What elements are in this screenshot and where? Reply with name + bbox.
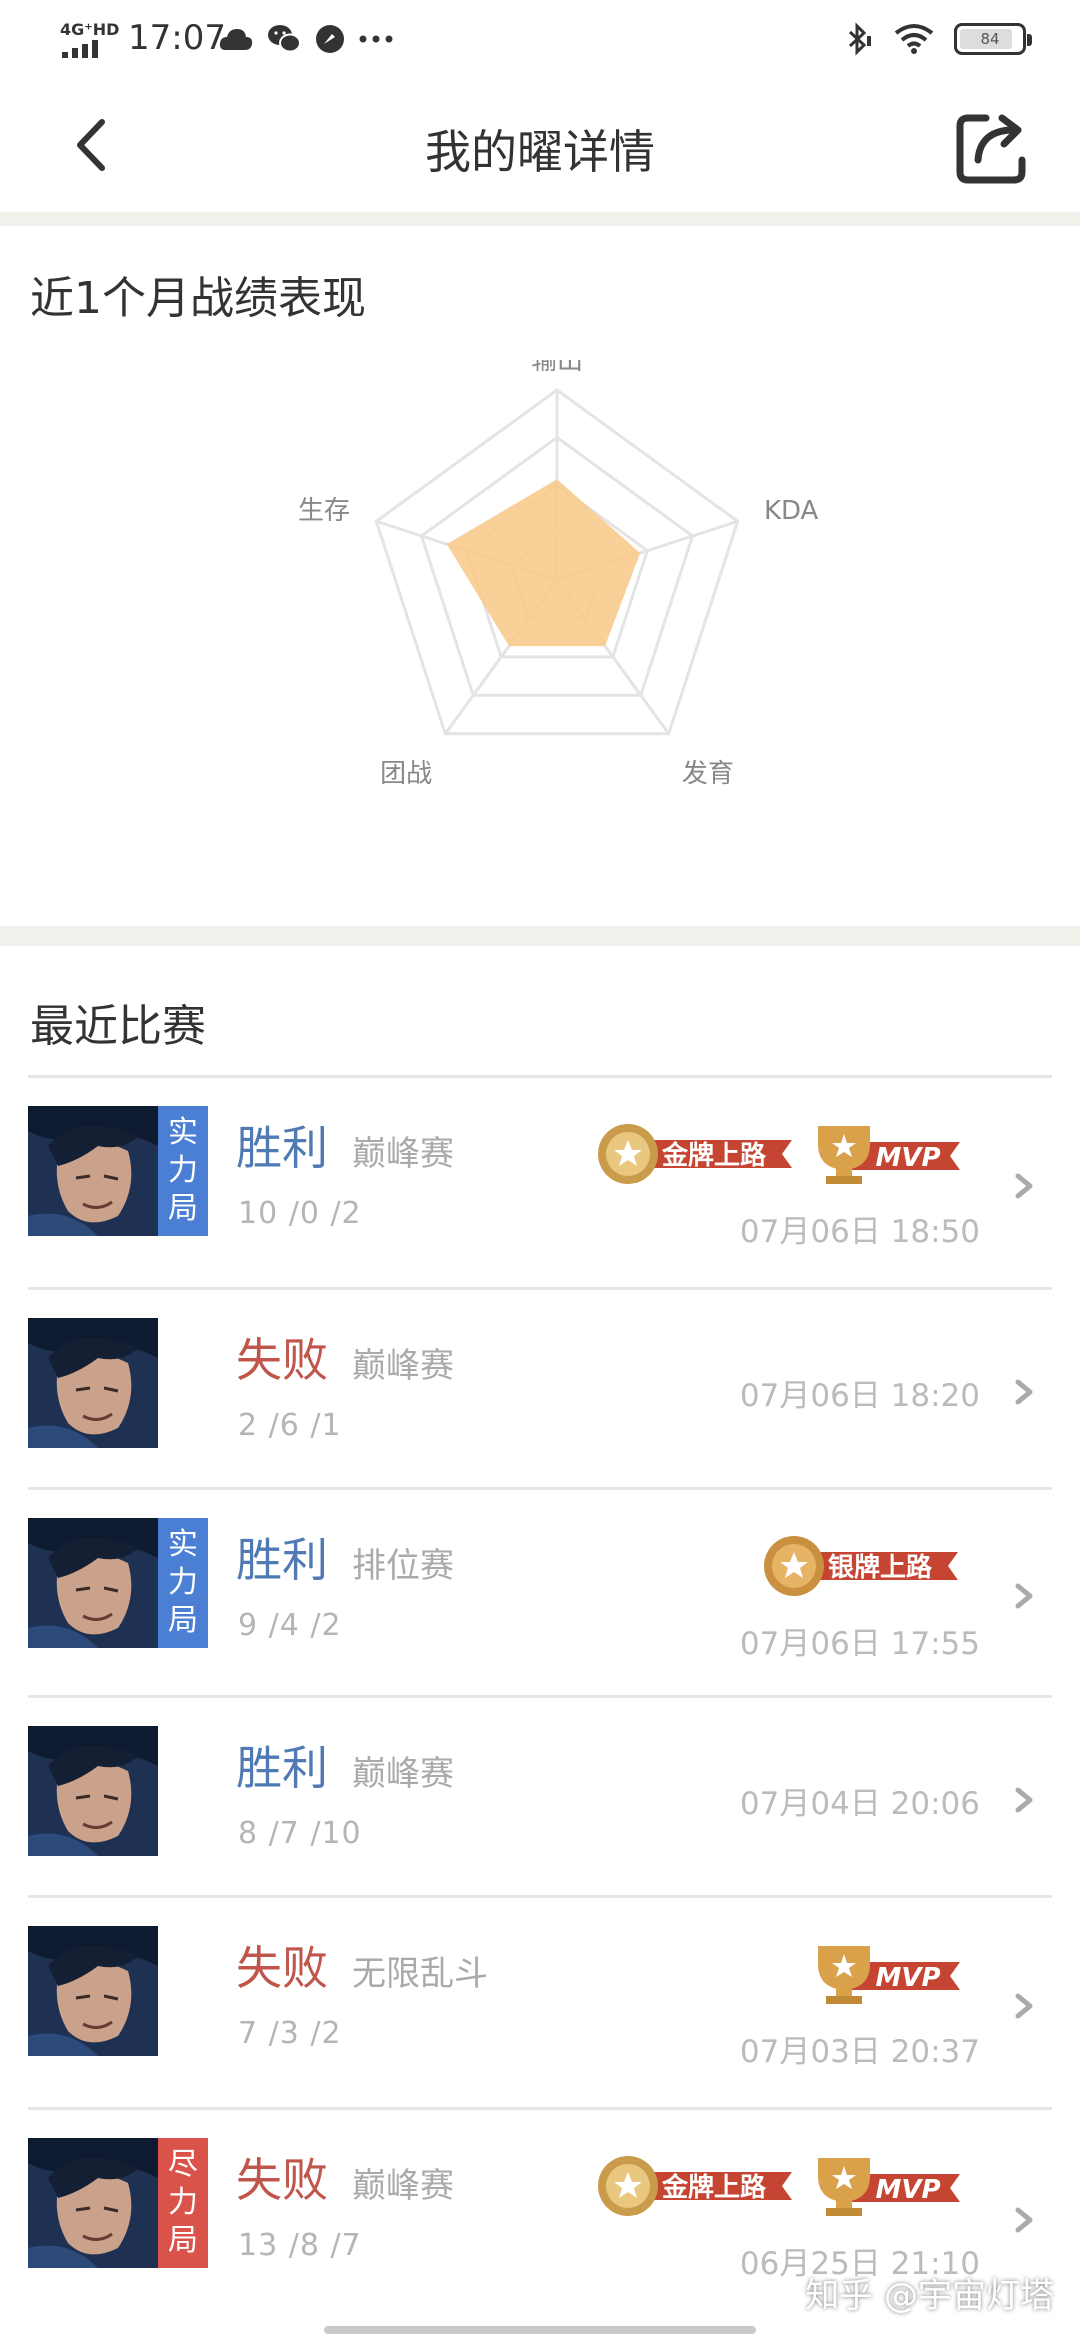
match-mode: 巅峰赛	[352, 1754, 454, 1794]
badge-char: 局	[168, 1603, 198, 1638]
match-row[interactable]: 失败 无限乱斗 7 /3 /2 07月03日 20:37 MVP	[28, 1895, 1052, 2107]
match-result: 胜利	[236, 1741, 328, 1795]
match-date: 07月03日 20:37	[739, 2034, 980, 2070]
svg-text:金牌上路: 金牌上路	[661, 1140, 767, 1171]
medal-badge: 金牌上路	[596, 2154, 796, 2218]
medal-mvp: MVP	[812, 2154, 962, 2218]
svg-text:MVP: MVP	[875, 1143, 940, 1173]
match-result: 胜利	[236, 1533, 328, 1587]
match-kda: 13 /8 /7	[238, 2228, 362, 2263]
svg-text:银牌上路: 银牌上路	[828, 1552, 933, 1583]
match-kda: 10 /0 /2	[238, 1196, 362, 1231]
match-kda: 9 /4 /2	[238, 1608, 342, 1643]
system-icons: 84	[842, 22, 1032, 56]
radar-value-area	[446, 479, 641, 647]
hero-avatar	[28, 1726, 158, 1856]
badge-char: 局	[168, 2223, 198, 2258]
chevron-right-icon	[1015, 1787, 1033, 1813]
badge-char: 力	[168, 1565, 198, 1600]
match-row[interactable]: 失败 巅峰赛 2 /6 /1 07月06日 18:20	[28, 1287, 1052, 1487]
app-icon	[316, 25, 344, 53]
hero-avatar	[28, 2138, 158, 2268]
hero-avatar	[28, 1106, 158, 1236]
more-dots-icon	[359, 35, 393, 43]
match-list: 实力局胜利 巅峰赛 10 /0 /2 07月06日 18:50 MVP 金牌上路 失败 巅峰赛…	[28, 1075, 1052, 2322]
chevron-right-icon	[1015, 1993, 1033, 2019]
match-date: 07月06日 18:50	[739, 1214, 980, 1250]
notification-icons	[218, 22, 394, 56]
match-row[interactable]: 实力局胜利 巅峰赛 10 /0 /2 07月06日 18:50 MVP 金牌上路	[28, 1075, 1052, 1287]
match-date: 07月06日 18:20	[739, 1378, 980, 1414]
hero-avatar	[28, 1318, 158, 1448]
medal-mvp: MVP	[812, 1942, 962, 2006]
chevron-right-icon	[1015, 2207, 1033, 2233]
battery-icon: 84	[954, 23, 1032, 55]
radar-axis-label: 输出	[531, 360, 583, 376]
match-result: 失败	[236, 1941, 328, 1995]
match-mode: 无限乱斗	[352, 1954, 488, 1994]
status-time: 17:07	[128, 18, 226, 58]
medal-mvp: MVP	[812, 1122, 962, 1186]
radar-chart: 输出 KDA 发育 团战 生存	[298, 360, 819, 789]
match-row[interactable]: 实力局胜利 排位赛 9 /4 /2 07月06日 17:55 银牌上路	[28, 1487, 1052, 1695]
network-indicator: 4G⁺HD	[60, 20, 120, 39]
share-button[interactable]	[952, 108, 1032, 188]
recent-title: 最近比赛	[30, 1001, 206, 1052]
badge-char: 力	[168, 1153, 198, 1188]
battery-level: 84	[980, 30, 1000, 48]
divider	[0, 926, 1080, 946]
signal-icon	[62, 40, 98, 58]
match-row[interactable]: 胜利 巅峰赛 8 /7 /10 07月04日 20:06	[28, 1695, 1052, 1895]
badge-char: 局	[168, 1191, 198, 1226]
badge-char: 力	[168, 2185, 198, 2220]
match-result: 失败	[236, 1333, 328, 1387]
svg-text:MVP: MVP	[875, 2175, 940, 2205]
status-bar: 4G⁺HD 17:07 84	[0, 0, 1080, 80]
title-bar: 我的曜详情	[0, 80, 1080, 210]
badge-char: 尽	[168, 2147, 198, 2182]
wifi-icon	[894, 24, 934, 54]
badge-char: 实	[168, 1527, 198, 1562]
match-result: 胜利	[236, 1121, 328, 1175]
radar-axis-label: 生存	[298, 496, 350, 526]
match-result: 失败	[236, 2153, 328, 2207]
page-title: 我的曜详情	[425, 125, 655, 179]
radar-axis-label: 发育	[682, 759, 734, 789]
svg-text:MVP: MVP	[875, 1963, 940, 1993]
medal-badge: 银牌上路	[762, 1534, 962, 1598]
cloud-icon	[219, 29, 253, 50]
chevron-right-icon	[1015, 1583, 1033, 1609]
home-indicator[interactable]	[324, 2326, 756, 2334]
chevron-right-icon	[1015, 1379, 1033, 1405]
match-mode: 排位赛	[352, 1546, 454, 1586]
bluetooth-icon	[848, 22, 871, 56]
match-mode: 巅峰赛	[352, 1346, 454, 1386]
svg-text:金牌上路: 金牌上路	[661, 2172, 767, 2203]
divider	[0, 212, 1080, 226]
hero-avatar	[28, 1518, 158, 1648]
match-mode: 巅峰赛	[352, 1134, 454, 1174]
performance-title: 近1个月战绩表现	[30, 273, 366, 324]
match-date: 07月06日 17:55	[739, 1626, 980, 1662]
hero-avatar	[28, 1926, 158, 2056]
radar-axis-label: 团战	[380, 759, 432, 789]
match-date: 07月04日 20:06	[739, 1786, 980, 1822]
match-kda: 2 /6 /1	[238, 1408, 342, 1443]
watermark: 知乎 @宇宙灯塔	[805, 2276, 1054, 2316]
match-badge: 尽力局	[158, 2138, 208, 2268]
match-badge: 实力局	[158, 1518, 208, 1648]
match-kda: 8 /7 /10	[238, 1816, 362, 1851]
wechat-icon	[268, 25, 301, 53]
medal-badge: 金牌上路	[596, 1122, 796, 1186]
radar-axis-label: KDA	[764, 496, 819, 526]
match-badge: 实力局	[158, 1106, 208, 1236]
badge-char: 实	[168, 1115, 198, 1150]
match-mode: 巅峰赛	[352, 2166, 454, 2206]
match-kda: 7 /3 /2	[238, 2016, 342, 2051]
chevron-right-icon	[1015, 1173, 1033, 1199]
